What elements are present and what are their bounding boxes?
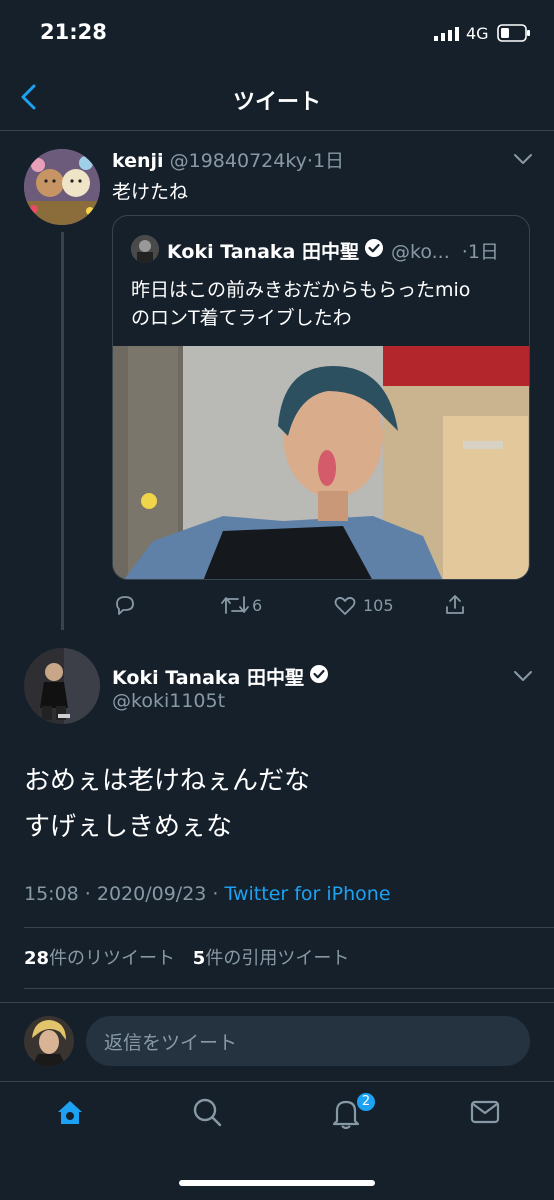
stats-divider xyxy=(24,988,554,989)
quoted-tweet-time: 1日 xyxy=(467,241,499,263)
tweet-timestamp: 15:08 · 2020/09/23 · xyxy=(24,883,225,905)
status-time: 21:28 xyxy=(40,20,107,44)
kenji-avatar[interactable] xyxy=(24,149,100,225)
quoted-text-line-1: 昨日はこの前みきおだからもらったmio xyxy=(131,279,471,301)
search-icon xyxy=(193,1098,222,1127)
main-author-name[interactable]: Koki Tanaka 田中聖 xyxy=(112,663,304,690)
reply-input[interactable]: 返信をツイート xyxy=(86,1016,530,1066)
share-button[interactable] xyxy=(443,593,467,617)
author-handle[interactable]: @19840724ky xyxy=(170,150,307,172)
verified-badge-icon xyxy=(364,238,384,258)
share-icon xyxy=(446,595,464,614)
tab-search[interactable] xyxy=(192,1097,222,1127)
tweet-source-link[interactable]: Twitter for iPhone xyxy=(225,883,391,905)
header-divider xyxy=(0,130,554,131)
like-button[interactable]: 105 xyxy=(333,593,394,617)
quoted-tweet-text: 昨日はこの前みきおだからもらったmio のロンT着てライブしたわ xyxy=(131,276,470,332)
main-author-handle[interactable]: @koki1105t xyxy=(112,690,225,712)
composer-divider xyxy=(0,1002,554,1003)
messages-icon xyxy=(470,1100,500,1124)
quoted-handle-time: @ko... ·1日 xyxy=(391,237,499,264)
author-name[interactable]: kenji xyxy=(112,150,164,172)
home-icon xyxy=(58,1101,82,1124)
quoted-author-name: Koki Tanaka 田中聖 xyxy=(167,241,359,263)
quoted-tweet-header: Koki Tanaka 田中聖 xyxy=(167,237,359,264)
network-type: 4G xyxy=(466,24,489,43)
tab-messages[interactable] xyxy=(470,1099,500,1125)
tweet-meta: 15:08 · 2020/09/23 · Twitter for iPhone xyxy=(24,883,391,905)
battery-icon xyxy=(497,24,531,42)
retweet-button[interactable]: 6 xyxy=(220,593,262,617)
page-title: ツイート xyxy=(232,90,321,115)
tweet-header: kenji @19840724ky·1日 xyxy=(112,146,344,173)
like-count: 105 xyxy=(363,595,394,615)
quoted-tweet-card[interactable]: Koki Tanaka 田中聖 @ko... ·1日 昨日はこの前みきおだからも… xyxy=(112,215,530,580)
main-tweet-text: おめぇは老けねぇんだな すげぇしきめぇな xyxy=(24,758,310,850)
quoted-text-line-2: のロンT着てライブしたわ xyxy=(131,307,352,329)
reply-icon xyxy=(116,596,134,615)
like-icon xyxy=(334,596,356,615)
notification-badge: 2 xyxy=(355,1091,377,1113)
signal-icon xyxy=(434,27,460,41)
main-text-line-2: すげぇしきめぇな xyxy=(24,812,233,842)
meta-divider xyxy=(24,927,554,928)
tab-home[interactable] xyxy=(55,1097,85,1127)
quotes-stat[interactable]: 5件の引用ツイート xyxy=(193,948,350,969)
tab-bar-divider xyxy=(0,1081,554,1082)
quoted-author-avatar xyxy=(131,235,159,263)
reply-button[interactable] xyxy=(113,593,137,617)
main-text-line-1: おめぇは老けねぇんだな xyxy=(24,766,311,796)
chevron-down-icon xyxy=(514,154,532,164)
verified-badge-icon xyxy=(309,664,329,684)
tweet-time[interactable]: 1日 xyxy=(313,150,344,172)
tweet-text: 老けたね xyxy=(112,181,189,203)
quoted-author-handle: @ko... xyxy=(391,241,450,263)
retweets-stat[interactable]: 28件のリツイート xyxy=(24,948,181,969)
koki-avatar[interactable] xyxy=(24,648,100,724)
main-tweet-menu-button[interactable] xyxy=(513,670,533,682)
retweet-total: 28 xyxy=(24,948,50,969)
reply-placeholder: 返信をツイート xyxy=(104,1031,238,1054)
chevron-down-icon xyxy=(514,671,532,681)
current-user-avatar[interactable] xyxy=(24,1016,74,1066)
tweet-menu-button[interactable] xyxy=(513,153,533,165)
retweet-icon xyxy=(221,596,249,614)
thread-line xyxy=(61,232,64,630)
quote-total: 5 xyxy=(192,948,206,969)
quote-total-label: 件の引用ツイート xyxy=(205,948,350,969)
home-indicator xyxy=(179,1180,375,1186)
retweet-count: 6 xyxy=(252,595,263,615)
quoted-tweet-photo[interactable] xyxy=(113,346,529,579)
retweet-total-label: 件のリツイート xyxy=(49,948,176,969)
engagement-stats: 28件のリツイート 5件の引用ツイート xyxy=(24,944,349,970)
